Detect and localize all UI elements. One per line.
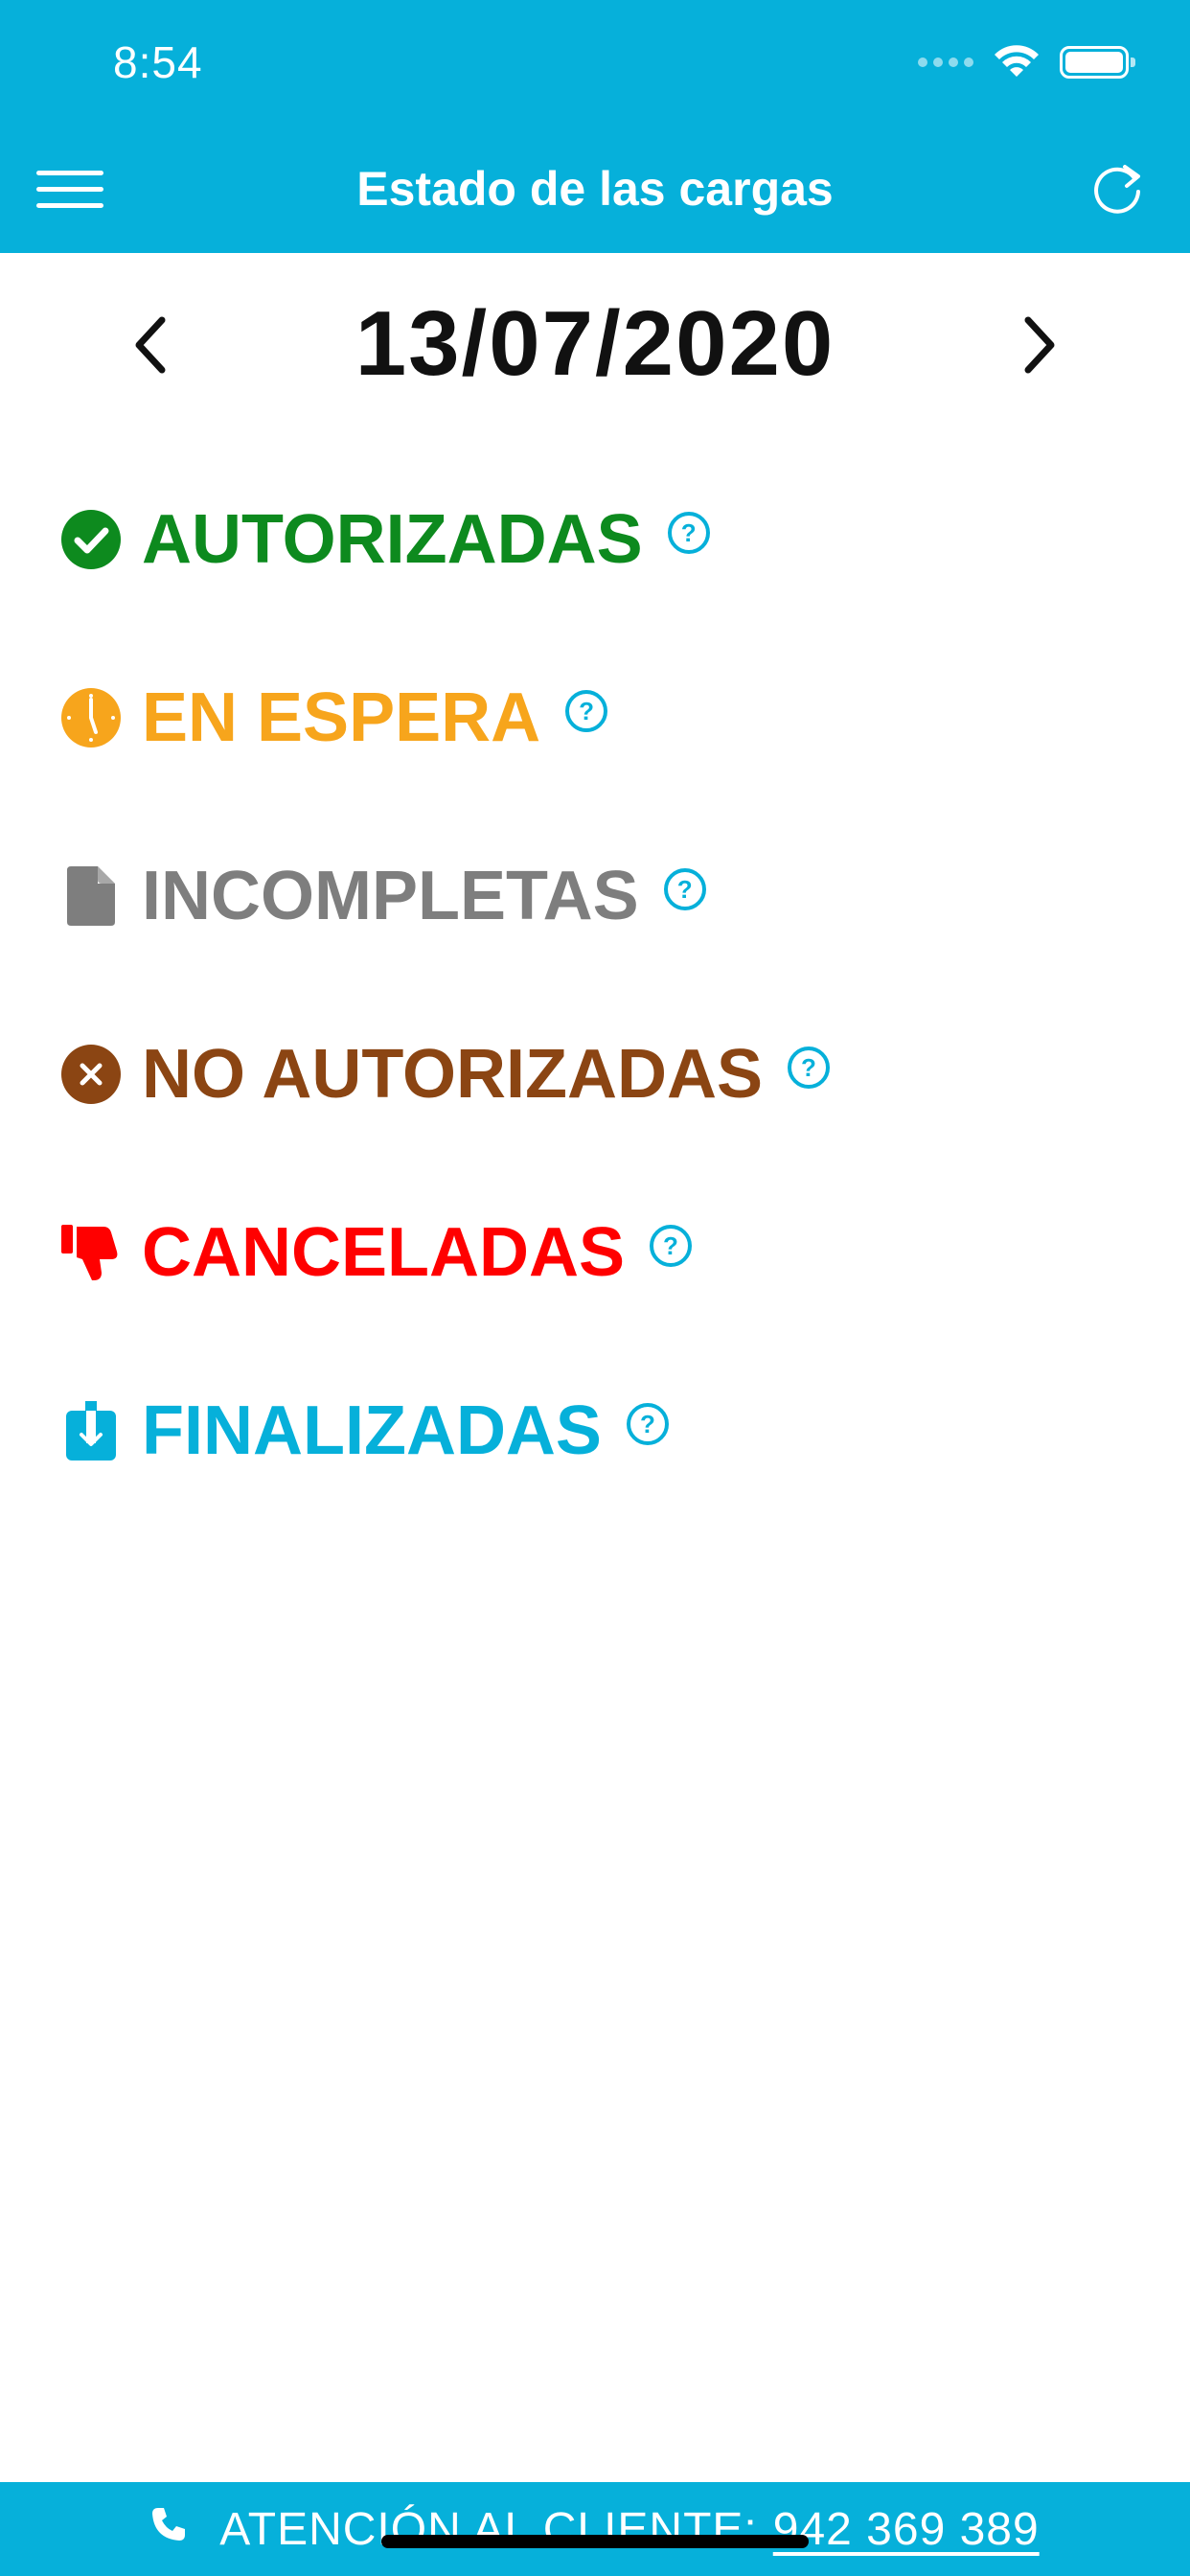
status-list: AUTORIZADAS ? EN ESPERA ? INCOMPLETAS ? … [59, 450, 1133, 1520]
help-icon[interactable]: ? [650, 1225, 692, 1267]
check-circle-icon [59, 508, 123, 571]
status-label: INCOMPLETAS [142, 858, 639, 934]
download-icon [59, 1399, 123, 1462]
status-item-autorizadas[interactable]: AUTORIZADAS ? [59, 450, 1133, 629]
date-navigator: 13/07/2020 [0, 288, 1190, 402]
status-item-incompletas[interactable]: INCOMPLETAS ? [59, 807, 1133, 985]
document-icon [59, 864, 123, 928]
thumbs-down-icon [59, 1221, 123, 1284]
refresh-icon[interactable] [1087, 157, 1148, 218]
status-bar-time: 8:54 [113, 37, 203, 87]
status-item-en-espera[interactable]: EN ESPERA ? [59, 629, 1133, 807]
help-icon[interactable]: ? [667, 512, 710, 554]
chevron-right-icon[interactable] [1006, 307, 1073, 383]
help-icon[interactable]: ? [565, 690, 608, 732]
status-label: EN ESPERA [142, 679, 541, 756]
help-icon[interactable]: ? [626, 1403, 669, 1445]
clock-icon [59, 686, 123, 749]
help-icon[interactable]: ? [663, 868, 706, 910]
status-label: AUTORIZADAS [142, 501, 643, 578]
close-circle-icon [59, 1043, 123, 1106]
customer-service-phone-link[interactable]: 942 369 389 [773, 2503, 1040, 2556]
status-label: NO AUTORIZADAS [142, 1036, 763, 1113]
customer-service-footer: ATENCIÓN AL CLIENTE: 942 369 389 [0, 2482, 1190, 2576]
help-icon[interactable]: ? [788, 1046, 830, 1089]
status-label: FINALIZADAS [142, 1392, 602, 1469]
status-item-no-autorizadas[interactable]: NO AUTORIZADAS ? [59, 985, 1133, 1163]
status-bar-icons [918, 44, 1135, 80]
status-label: CANCELADAS [142, 1214, 625, 1291]
cellular-signal-icon [918, 58, 973, 67]
status-item-canceladas[interactable]: CANCELADAS ? [59, 1163, 1133, 1342]
app-header: 8:54 Estado de las cargas [0, 0, 1190, 253]
wifi-icon [995, 45, 1039, 77]
page-title: Estado de las cargas [356, 162, 834, 216]
battery-icon [1060, 46, 1135, 79]
home-indicator [381, 2535, 809, 2548]
status-item-finalizadas[interactable]: FINALIZADAS ? [59, 1342, 1133, 1520]
phone-icon [150, 2501, 187, 2554]
